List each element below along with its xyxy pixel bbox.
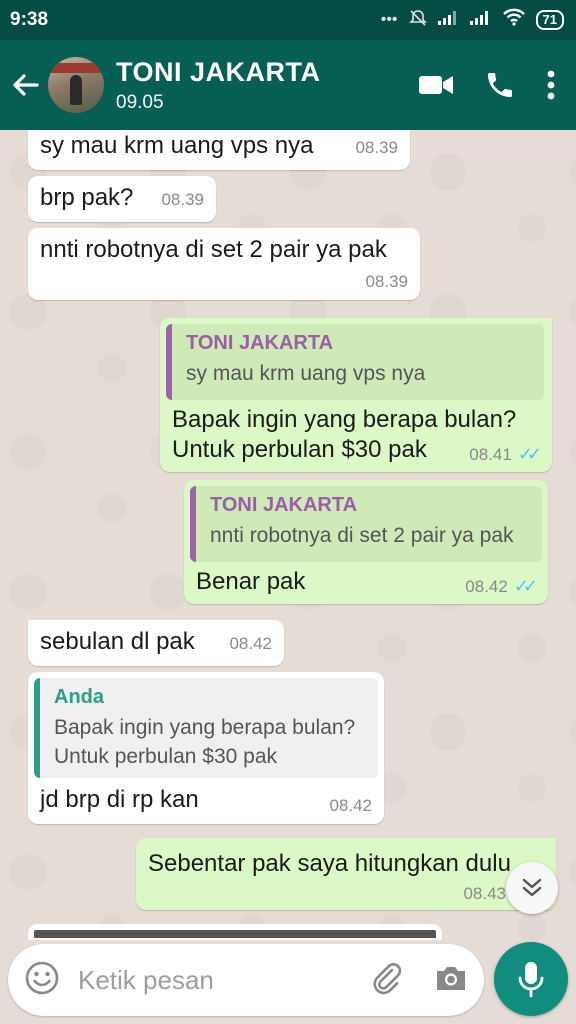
mute-bell-icon	[408, 8, 428, 33]
quoted-text-line: Untuk perbulan $30 pak	[54, 745, 277, 768]
battery-indicator: 71	[535, 10, 564, 30]
quoted-message[interactable]: TONI JAKARTA nnti robotnya di set 2 pair…	[190, 486, 542, 562]
message-text-line: Bapak ingin yang berapa bulan?	[172, 406, 517, 433]
message-input[interactable]: Ketik pesan	[78, 965, 370, 996]
contact-name: TONI JAKARTA	[116, 56, 321, 87]
message-composer: Ketik pesan	[8, 944, 484, 1016]
message-bubble-outgoing[interactable]: TONI JAKARTA nnti robotnya di set 2 pair…	[184, 480, 548, 604]
voice-call-button[interactable]	[484, 69, 516, 101]
message-bubble-incoming[interactable]: brp pak? 08.39	[28, 176, 216, 222]
read-ticks-icon: ✓✓	[517, 444, 542, 464]
quoted-message[interactable]: Anda Bapak ingin yang berapa bulan? Untu…	[34, 678, 378, 778]
chat-area[interactable]: sy mau krm uang vps nya 08.39 brp pak? 0…	[0, 130, 576, 940]
quoted-author: TONI JAKARTA	[186, 332, 334, 354]
camera-button[interactable]	[434, 963, 468, 998]
quoted-text-line: Bapak ingin yang berapa bulan?	[54, 716, 356, 739]
message-time: 08.42	[329, 796, 372, 815]
message-time: 08.42	[229, 634, 272, 653]
quoted-text: nnti robotnya di set 2 pair ya pak	[210, 524, 514, 547]
contact-last-seen: 09.05	[116, 91, 164, 113]
message-text: nnti robotnya di set 2 pair ya pak	[40, 236, 387, 263]
read-ticks-icon: ✓✓	[513, 576, 538, 596]
message-time: 08.39	[365, 272, 408, 291]
phone-icon	[488, 73, 512, 97]
media-preview-partial	[34, 930, 436, 938]
avatar[interactable]	[48, 57, 104, 113]
message-bubble-incoming[interactable]: sy mau krm uang vps nya 08.39	[28, 130, 410, 170]
mic-icon	[518, 962, 544, 998]
message-text: Benar pak	[196, 568, 306, 595]
camera-icon	[437, 966, 465, 990]
message-time: 08.42 ✓✓	[465, 576, 538, 596]
video-call-button[interactable]	[418, 73, 454, 97]
message-time: 08.43	[463, 884, 506, 903]
message-bubble-incoming[interactable]: Anda Bapak ingin yang berapa bulan? Untu…	[28, 672, 384, 824]
message-bubble-incoming[interactable]: nnti robotnya di set 2 pair ya pak 08.39	[28, 228, 420, 300]
message-text: Sebentar pak saya hitungkan dulu	[148, 850, 511, 877]
status-icons: ••• 71	[381, 8, 564, 33]
notification-dots-icon: •••	[380, 11, 398, 28]
quoted-author: TONI JAKARTA	[210, 494, 358, 516]
more-options-button[interactable]	[546, 69, 556, 101]
message-text: brp pak?	[40, 184, 134, 211]
emoji-button[interactable]	[24, 960, 60, 1001]
quoted-message[interactable]: TONI JAKARTA sy mau krm uang vps nya	[166, 324, 544, 400]
message-text: sy mau krm uang vps nya	[40, 132, 314, 159]
message-time: 08.41 ✓✓	[469, 444, 542, 464]
quoted-author: Anda	[54, 686, 104, 708]
quoted-text: sy mau krm uang vps nya	[186, 362, 426, 385]
message-text: jd brp di rp kan	[40, 786, 199, 813]
status-bar: 9:38 ••• 71	[0, 0, 576, 40]
message-time: 08.39	[355, 138, 398, 157]
scroll-to-bottom-button[interactable]	[506, 862, 558, 914]
emoji-icon	[25, 961, 59, 994]
message-bubble-outgoing[interactable]: TONI JAKARTA sy mau krm uang vps nya Bap…	[160, 318, 552, 472]
signal-icon-2	[469, 9, 492, 31]
message-text: sebulan dl pak	[40, 628, 195, 655]
status-time: 9:38	[10, 9, 49, 30]
contact-info[interactable]: TONI JAKARTA 09.05	[116, 57, 418, 114]
signal-icon	[437, 9, 460, 31]
chat-header: TONI JAKARTA 09.05	[0, 40, 576, 130]
voice-record-button[interactable]	[494, 942, 568, 1016]
message-time: 08.39	[161, 190, 204, 209]
message-bubble-incoming[interactable]: sebulan dl pak 08.42	[28, 620, 284, 666]
back-button[interactable]	[0, 40, 50, 130]
chevron-double-down-icon	[522, 878, 542, 897]
message-bubble-outgoing[interactable]: Sebentar pak saya hitungkan dulu 08.43	[136, 838, 556, 910]
wifi-icon	[502, 8, 526, 32]
arrow-back-icon	[13, 74, 39, 96]
more-vert-icon	[547, 70, 555, 100]
paperclip-icon	[373, 962, 402, 994]
attach-button[interactable]	[370, 961, 404, 1000]
video-call-icon	[419, 76, 453, 94]
message-text-line: Untuk perbulan $30 pak	[172, 436, 427, 463]
